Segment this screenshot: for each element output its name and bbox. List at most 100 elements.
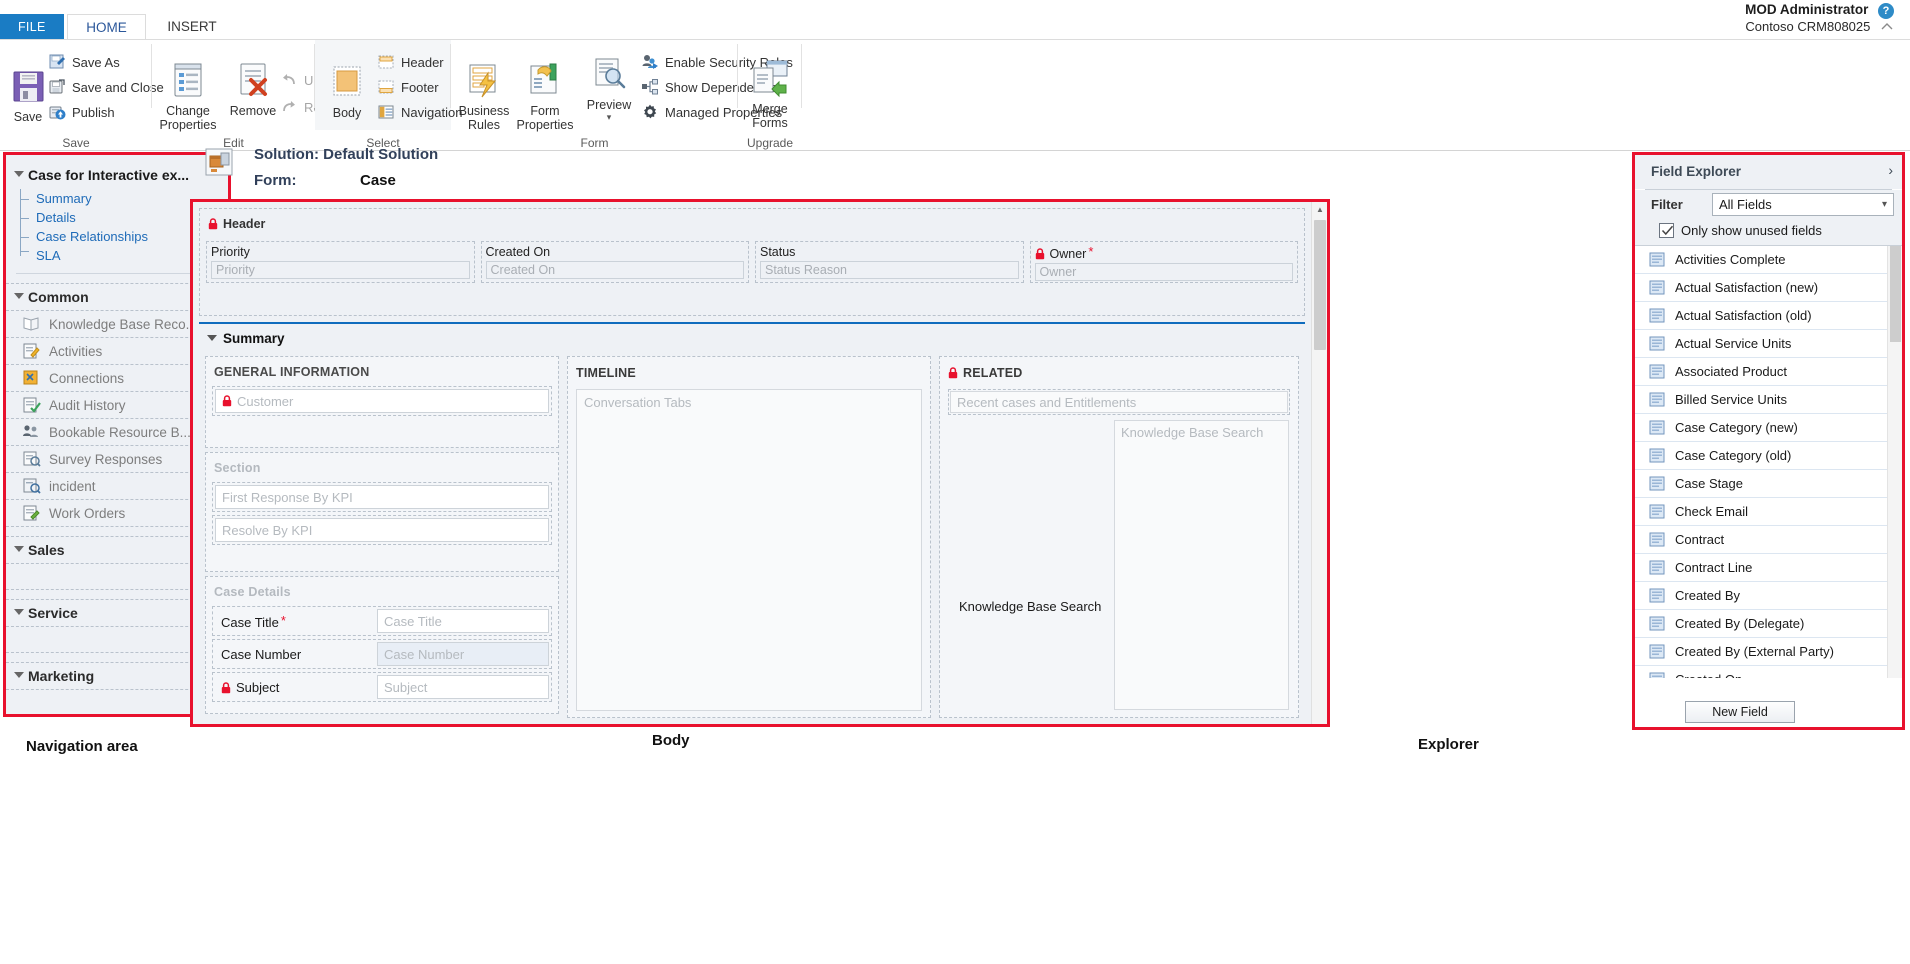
- tab-home[interactable]: HOME: [67, 14, 146, 40]
- customer-input-row[interactable]: Customer: [215, 389, 549, 413]
- chevron-down-icon[interactable]: ▾: [1882, 194, 1887, 215]
- list-item[interactable]: Associated Product: [1635, 358, 1902, 386]
- first-response-kpi-input[interactable]: First Response By KPI: [215, 485, 549, 509]
- filter-select[interactable]: All Fields ▾: [1712, 193, 1894, 216]
- field-name: Case Category (old): [1675, 448, 1791, 463]
- tab-file[interactable]: FILE: [0, 14, 64, 40]
- change-properties-button[interactable]: Change Properties: [156, 60, 220, 132]
- required-asterisk: *: [281, 613, 286, 628]
- field-input[interactable]: Priority: [211, 261, 470, 279]
- preview-button[interactable]: Preview ▾: [581, 54, 637, 122]
- field-input[interactable]: Created On: [486, 261, 745, 279]
- resolve-by-kpi-input[interactable]: Resolve By KPI: [215, 518, 549, 542]
- form-header-section[interactable]: Header Priority Priority Created On Crea…: [199, 208, 1305, 316]
- body-vertical-scrollbar[interactable]: ▲: [1311, 202, 1327, 724]
- knowledge-base-search-control[interactable]: Knowledge Base Search: [1114, 420, 1289, 710]
- title-bar: MOD Administrator ? Contoso CRM808025 FI…: [0, 0, 1910, 38]
- scroll-up-icon[interactable]: ▲: [1312, 202, 1328, 218]
- redo-icon: [280, 98, 298, 116]
- field-name: Case Stage: [1675, 476, 1743, 491]
- list-item[interactable]: Actual Satisfaction (new): [1635, 274, 1902, 302]
- list-item[interactable]: Created On: [1635, 666, 1902, 678]
- chevron-up-icon[interactable]: [1880, 20, 1894, 34]
- list-item[interactable]: Actual Satisfaction (old): [1635, 302, 1902, 330]
- nav-root-item[interactable]: Case for Interactive ex...: [6, 163, 228, 189]
- triangle-expanded-icon[interactable]: [14, 293, 24, 299]
- header-select-button[interactable]: Header: [377, 52, 444, 74]
- incident-icon: [22, 477, 42, 495]
- form-body-pane: Header Priority Priority Created On Crea…: [190, 199, 1330, 727]
- list-item[interactable]: Created By (External Party): [1635, 638, 1902, 666]
- header-field-priority[interactable]: Priority Priority: [206, 241, 475, 283]
- only-unused-fields-checkbox[interactable]: [1659, 223, 1674, 238]
- list-item[interactable]: Contract: [1635, 526, 1902, 554]
- list-item[interactable]: Created By (Delegate): [1635, 610, 1902, 638]
- row-subject[interactable]: Subject Subject: [212, 672, 552, 702]
- save-and-close-button[interactable]: Save and Close: [48, 77, 164, 99]
- case-number-input[interactable]: Case Number: [377, 642, 549, 666]
- list-item[interactable]: Case Category (new): [1635, 414, 1902, 442]
- list-item[interactable]: Actual Service Units: [1635, 330, 1902, 358]
- remove-button[interactable]: Remove: [224, 60, 282, 118]
- section-related[interactable]: RELATED Recent cases and Entitlements Kn…: [939, 356, 1299, 718]
- triangle-expanded-icon[interactable]: [14, 546, 24, 552]
- section-timeline[interactable]: TIMELINE Conversation Tabs: [567, 356, 931, 718]
- ribbon-group-edit: Change Properties Remove: [152, 40, 315, 151]
- body-button[interactable]: Body: [321, 62, 373, 120]
- list-item[interactable]: Check Email: [1635, 498, 1902, 526]
- triangle-expanded-icon[interactable]: [207, 335, 217, 341]
- case-title-input[interactable]: Case Title: [377, 609, 549, 633]
- row-case-title[interactable]: Case Title* Case Title: [212, 606, 552, 636]
- help-circle-icon[interactable]: ?: [1878, 3, 1894, 19]
- section-case-details[interactable]: Case Details Case Title* Case Title Case…: [205, 576, 559, 714]
- field-input[interactable]: Owner: [1035, 263, 1294, 281]
- summary-columns: GENERAL INFORMATION Custome: [205, 356, 1299, 718]
- remove-icon: [224, 60, 282, 104]
- triangle-expanded-icon[interactable]: [14, 672, 24, 678]
- ribbon-group-save: Save Save As: [0, 40, 152, 151]
- form-properties-label: Form Properties: [513, 104, 577, 132]
- header-field-created-on[interactable]: Created On Created On: [481, 241, 750, 283]
- business-rules-button[interactable]: Business Rules: [455, 60, 513, 132]
- summary-tab-section[interactable]: Summary GENERAL INFORMATION: [199, 322, 1305, 718]
- explorer-scrollbar[interactable]: [1887, 246, 1902, 678]
- filter-row: Filter All Fields ▾: [1635, 190, 1902, 220]
- recent-cases-entitlements-control[interactable]: Recent cases and Entitlements: [948, 389, 1290, 415]
- control-customer[interactable]: Customer: [212, 386, 552, 416]
- new-field-button[interactable]: New Field: [1685, 701, 1795, 723]
- scroll-thumb[interactable]: [1314, 220, 1326, 350]
- conversation-tabs-control[interactable]: Conversation Tabs: [576, 389, 922, 711]
- only-unused-fields-row[interactable]: Only show unused fields: [1635, 220, 1902, 245]
- save-as-button[interactable]: Save As: [48, 52, 120, 74]
- publish-icon: [48, 103, 66, 121]
- triangle-expanded-icon[interactable]: [14, 609, 24, 615]
- scroll-thumb[interactable]: [1890, 246, 1901, 342]
- list-item[interactable]: Billed Service Units: [1635, 386, 1902, 414]
- list-item[interactable]: Case Category (old): [1635, 442, 1902, 470]
- list-item[interactable]: Created By: [1635, 582, 1902, 610]
- field-list[interactable]: Activities Complete Actual Satisfaction …: [1635, 246, 1902, 678]
- section-kpi[interactable]: Section First Response By KPI Resolve By…: [205, 452, 559, 572]
- field-input[interactable]: Status Reason: [760, 261, 1019, 279]
- row-case-number[interactable]: Case Number Case Number: [212, 639, 552, 669]
- section-general-information[interactable]: GENERAL INFORMATION Custome: [205, 356, 559, 448]
- control-resolve-by-kpi[interactable]: Resolve By KPI: [212, 515, 552, 545]
- footer-select-button[interactable]: Footer: [377, 77, 439, 99]
- chevron-down-icon[interactable]: ▾: [581, 112, 637, 122]
- field-name: Actual Service Units: [1675, 336, 1791, 351]
- list-item[interactable]: Activities Complete: [1635, 246, 1902, 274]
- triangle-expanded-icon[interactable]: [14, 171, 24, 177]
- form-properties-button[interactable]: Form Properties: [513, 60, 577, 132]
- subject-input[interactable]: Subject: [377, 675, 549, 699]
- list-item[interactable]: Contract Line: [1635, 554, 1902, 582]
- control-first-response-kpi[interactable]: First Response By KPI: [212, 482, 552, 512]
- tab-insert[interactable]: INSERT: [149, 14, 234, 40]
- survey-responses-icon: [22, 450, 42, 468]
- header-field-status[interactable]: Status Status Reason: [755, 241, 1024, 283]
- list-item[interactable]: Case Stage: [1635, 470, 1902, 498]
- chevron-right-icon[interactable]: ›: [1888, 162, 1893, 178]
- header-field-owner[interactable]: Owner* Owner: [1030, 241, 1299, 283]
- publish-button[interactable]: Publish: [48, 102, 115, 124]
- audit-history-icon: [22, 396, 42, 414]
- merge-forms-button[interactable]: Merge Forms: [741, 58, 799, 130]
